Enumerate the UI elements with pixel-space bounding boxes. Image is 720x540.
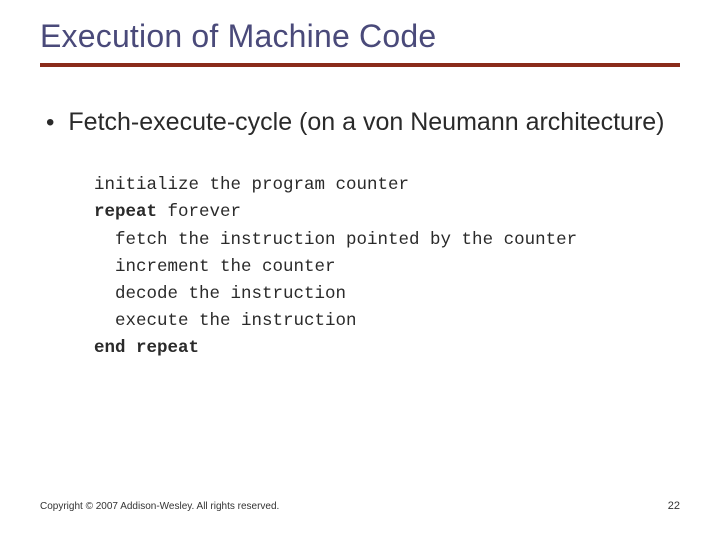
code-line: increment the counter: [94, 257, 336, 277]
slide: Execution of Machine Code • Fetch-execut…: [0, 0, 720, 540]
code-line: initialize the program counter: [94, 175, 409, 195]
bullet-text: Fetch-execute-cycle (on a von Neumann ar…: [68, 107, 664, 138]
code-keyword: repeat: [94, 202, 157, 222]
page-number: 22: [668, 500, 680, 512]
bullet-marker: •: [46, 107, 54, 138]
code-line: fetch the instruction pointed by the cou…: [94, 230, 577, 250]
code-line: execute the instruction: [94, 311, 357, 331]
copyright-footer: Copyright © 2007 Addison-Wesley. All rig…: [40, 501, 279, 512]
code-keyword: end repeat: [94, 338, 199, 358]
title-underline: [40, 63, 680, 67]
slide-title: Execution of Machine Code: [40, 18, 680, 55]
bullet-item: • Fetch-execute-cycle (on a von Neumann …: [46, 107, 680, 138]
code-line: decode the instruction: [94, 284, 346, 304]
pseudocode-block: initialize the program counter repeat fo…: [94, 172, 680, 362]
code-line: forever: [157, 202, 241, 222]
